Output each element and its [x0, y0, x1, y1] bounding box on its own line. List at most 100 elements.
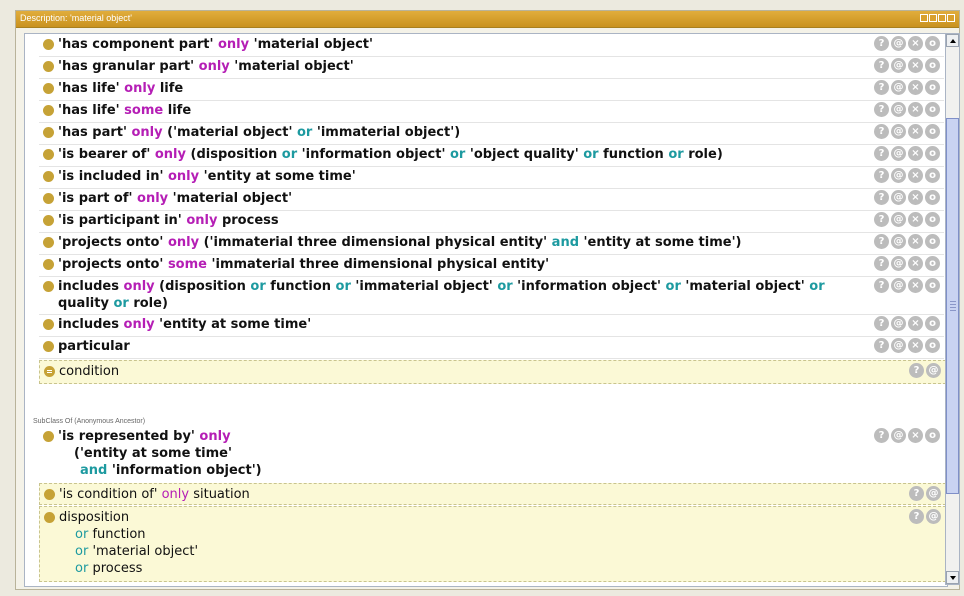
axiom-row[interactable]: 'is included in' only 'entity at some ti…: [39, 166, 944, 189]
delete-icon[interactable]: ×: [908, 428, 923, 443]
close-icon[interactable]: [947, 14, 955, 22]
edit-icon[interactable]: o: [925, 278, 940, 293]
help-icon[interactable]: ?: [874, 316, 889, 331]
filler-text: ('material object': [162, 125, 297, 140]
axiom-row[interactable]: 'projects onto' some 'immaterial three d…: [39, 254, 944, 277]
ancestor-row[interactable]: 'is represented by' only ('entity at some…: [39, 426, 944, 482]
edit-icon[interactable]: o: [925, 256, 940, 271]
delete-icon[interactable]: ×: [908, 168, 923, 183]
annotate-icon[interactable]: @: [891, 338, 906, 353]
annotate-icon[interactable]: @: [891, 212, 906, 227]
delete-icon[interactable]: ×: [908, 80, 923, 95]
annotate-icon[interactable]: @: [891, 146, 906, 161]
maximize-icon[interactable]: [938, 14, 946, 22]
delete-icon[interactable]: ×: [908, 278, 923, 293]
scrollbar-thumb[interactable]: [946, 118, 959, 494]
delete-icon[interactable]: ×: [908, 102, 923, 117]
help-icon[interactable]: ?: [874, 212, 889, 227]
condition-of-row[interactable]: 'is condition of' only situation? @: [39, 483, 946, 505]
annotate-icon[interactable]: @: [891, 124, 906, 139]
edit-icon[interactable]: o: [925, 102, 940, 117]
disposition-row[interactable]: disposition or function or 'material objec…: [39, 506, 946, 582]
help-icon[interactable]: ?: [874, 124, 889, 139]
edit-icon[interactable]: o: [925, 80, 940, 95]
annotate-icon[interactable]: @: [891, 256, 906, 271]
edit-icon[interactable]: o: [925, 168, 940, 183]
axiom-row[interactable]: particular? @ × o: [39, 336, 944, 359]
annotate-icon[interactable]: @: [891, 190, 906, 205]
axiom-row[interactable]: 'is participant in' only process? @ × o: [39, 210, 944, 233]
help-icon[interactable]: ?: [909, 486, 924, 501]
annotate-icon[interactable]: @: [891, 316, 906, 331]
axiom-row[interactable]: 'has granular part' only 'material objec…: [39, 56, 944, 79]
delete-icon[interactable]: ×: [908, 146, 923, 161]
delete-icon[interactable]: ×: [908, 234, 923, 249]
keyword-text: only: [124, 81, 156, 96]
edit-icon[interactable]: o: [925, 190, 940, 205]
annotate-icon[interactable]: @: [926, 509, 941, 524]
help-icon[interactable]: ?: [909, 363, 924, 378]
delete-icon[interactable]: ×: [908, 316, 923, 331]
help-icon[interactable]: ?: [874, 338, 889, 353]
axiom-row[interactable]: 'is bearer of' only (disposition or 'inf…: [39, 144, 944, 167]
float-icon[interactable]: [920, 14, 928, 22]
row-buttons: ? @ × o: [874, 278, 940, 293]
axiom-row[interactable]: 'has life' some life? @ × o: [39, 100, 944, 123]
annotate-icon[interactable]: @: [891, 102, 906, 117]
annotate-icon[interactable]: @: [891, 58, 906, 73]
help-icon[interactable]: ?: [874, 36, 889, 51]
axiom-row[interactable]: 'has life' only life? @ × o: [39, 78, 944, 101]
delete-icon[interactable]: ×: [908, 212, 923, 227]
help-icon[interactable]: ?: [874, 234, 889, 249]
vertical-scrollbar[interactable]: [945, 33, 960, 585]
help-icon[interactable]: ?: [874, 80, 889, 95]
help-icon[interactable]: ?: [874, 168, 889, 183]
keyword-text: or: [449, 147, 466, 162]
help-icon[interactable]: ?: [874, 102, 889, 117]
axiom-row[interactable]: 'projects onto' only ('immaterial three …: [39, 232, 944, 255]
edit-icon[interactable]: o: [925, 428, 940, 443]
edit-icon[interactable]: o: [925, 36, 940, 51]
minimize-icon[interactable]: [929, 14, 937, 22]
edit-icon[interactable]: o: [925, 58, 940, 73]
axiom-row[interactable]: 'has part' only ('material object' or 'i…: [39, 122, 944, 145]
row-buttons: ? @ × o: [874, 36, 940, 51]
delete-icon[interactable]: ×: [908, 124, 923, 139]
help-icon[interactable]: ?: [874, 146, 889, 161]
help-icon[interactable]: ?: [874, 256, 889, 271]
axiom-row[interactable]: 'has component part' only 'material obje…: [39, 34, 944, 57]
annotate-icon[interactable]: @: [891, 168, 906, 183]
help-icon[interactable]: ?: [874, 58, 889, 73]
delete-icon[interactable]: ×: [908, 338, 923, 353]
scroll-down-button[interactable]: [946, 571, 959, 584]
condition-row[interactable]: condition? @: [39, 360, 946, 384]
help-icon[interactable]: ?: [909, 509, 924, 524]
edit-icon[interactable]: o: [925, 146, 940, 161]
annotate-icon[interactable]: @: [926, 486, 941, 501]
axiom-row[interactable]: includes only 'entity at some time'? @ × o: [39, 314, 944, 337]
axiom-row[interactable]: includes only (disposition or function o…: [39, 276, 944, 315]
annotate-icon[interactable]: @: [891, 234, 906, 249]
help-icon[interactable]: ?: [874, 278, 889, 293]
annotate-icon[interactable]: @: [891, 428, 906, 443]
axiom-text: 'has component part' only 'material obje…: [58, 36, 868, 53]
axiom-row[interactable]: 'is part of' only 'material object'? @ × o: [39, 188, 944, 211]
row-buttons: ? @ × o: [874, 146, 940, 161]
annotate-icon[interactable]: @: [891, 278, 906, 293]
delete-icon[interactable]: ×: [908, 256, 923, 271]
help-icon[interactable]: ?: [874, 428, 889, 443]
annotate-icon[interactable]: @: [926, 363, 941, 378]
edit-icon[interactable]: o: [925, 234, 940, 249]
delete-icon[interactable]: ×: [908, 190, 923, 205]
edit-icon[interactable]: o: [925, 316, 940, 331]
condition-of-text: 'is condition of' only situation: [59, 486, 869, 503]
delete-icon[interactable]: ×: [908, 36, 923, 51]
help-icon[interactable]: ?: [874, 190, 889, 205]
annotate-icon[interactable]: @: [891, 80, 906, 95]
delete-icon[interactable]: ×: [908, 58, 923, 73]
edit-icon[interactable]: o: [925, 212, 940, 227]
edit-icon[interactable]: o: [925, 338, 940, 353]
scroll-up-button[interactable]: [946, 34, 959, 47]
edit-icon[interactable]: o: [925, 124, 940, 139]
annotate-icon[interactable]: @: [891, 36, 906, 51]
